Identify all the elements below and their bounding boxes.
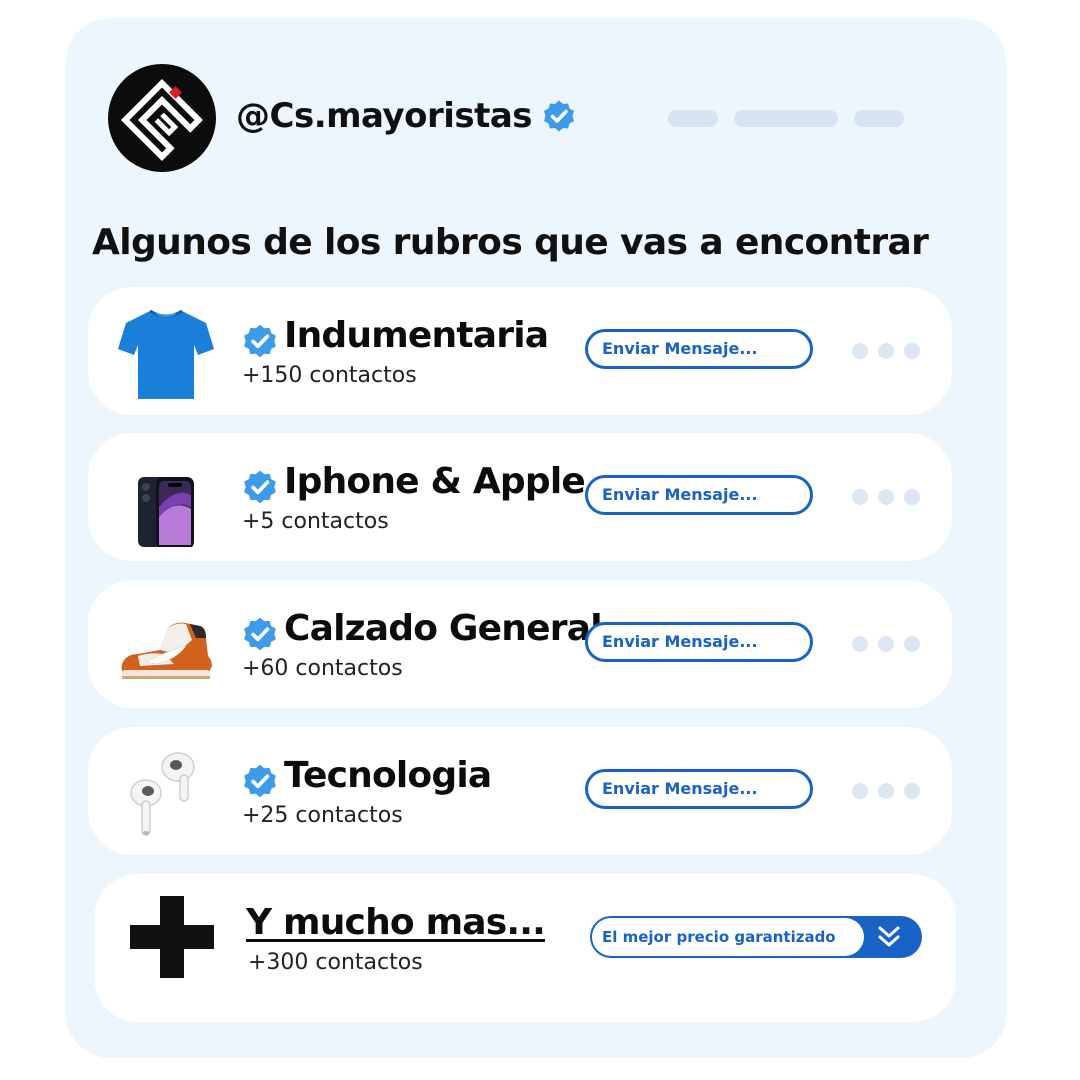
category-row-tecnologia: Tecnologia +25 contactos Enviar Mensaje.… xyxy=(88,727,952,855)
sneaker-icon xyxy=(121,622,212,679)
verified-badge-icon xyxy=(244,324,276,358)
earbuds-icon xyxy=(130,752,195,836)
placeholder-pill xyxy=(668,110,718,127)
category-row-iphone: Iphone & Apple +5 contactos Enviar Mensa… xyxy=(88,433,952,561)
category-title: Iphone & Apple xyxy=(284,461,586,502)
more-options-dots[interactable] xyxy=(852,343,920,359)
verified-badge-icon xyxy=(244,470,276,504)
category-count: +25 contactos xyxy=(242,803,403,828)
send-message-button[interactable]: Enviar Mensaje... xyxy=(585,329,813,369)
profile-handle[interactable]: @Cs.mayoristas xyxy=(236,96,533,136)
placeholder-pill xyxy=(734,110,838,127)
plus-icon xyxy=(130,896,214,978)
verified-badge-icon xyxy=(244,764,276,798)
category-row-calzado: Calzado General +60 contactos Enviar Men… xyxy=(88,580,952,708)
more-count: +300 contactos xyxy=(248,950,423,975)
category-row-more: Y mucho mas... +300 contactos El mejor p… xyxy=(94,874,956,1022)
tshirt-icon xyxy=(118,309,214,399)
avatar[interactable] xyxy=(108,64,216,172)
send-message-button[interactable]: Enviar Mensaje... xyxy=(585,769,813,809)
verified-badge-icon xyxy=(544,100,575,132)
category-count: +5 contactos xyxy=(242,509,389,534)
verified-badge-icon xyxy=(244,617,276,651)
category-row-indumentaria: Indumentaria +150 contactos Enviar Mensa… xyxy=(88,287,952,415)
section-heading: Algunos de los rubros que vas a encontra… xyxy=(92,222,929,263)
profile-handle-row: @Cs.mayoristas xyxy=(236,92,576,140)
best-price-button[interactable]: El mejor precio garantizado xyxy=(590,916,922,958)
best-price-label: El mejor precio garantizado xyxy=(592,918,864,956)
more-title[interactable]: Y mucho mas... xyxy=(246,902,546,943)
more-options-dots[interactable] xyxy=(852,636,920,652)
more-options-dots[interactable] xyxy=(852,489,920,505)
placeholder-pill xyxy=(854,110,904,127)
category-count: +150 contactos xyxy=(242,363,417,388)
double-chevron-down-icon xyxy=(878,926,900,947)
send-message-button[interactable]: Enviar Mensaje... xyxy=(585,475,813,515)
category-title: Indumentaria xyxy=(284,315,549,356)
category-title: Calzado General xyxy=(284,608,603,649)
more-options-dots[interactable] xyxy=(852,783,920,799)
iphone-icon xyxy=(138,477,194,547)
category-count: +60 contactos xyxy=(242,656,403,681)
category-title: Tecnologia xyxy=(284,755,492,796)
send-message-button[interactable]: Enviar Mensaje... xyxy=(585,622,813,662)
cs-logo-icon xyxy=(120,78,204,162)
